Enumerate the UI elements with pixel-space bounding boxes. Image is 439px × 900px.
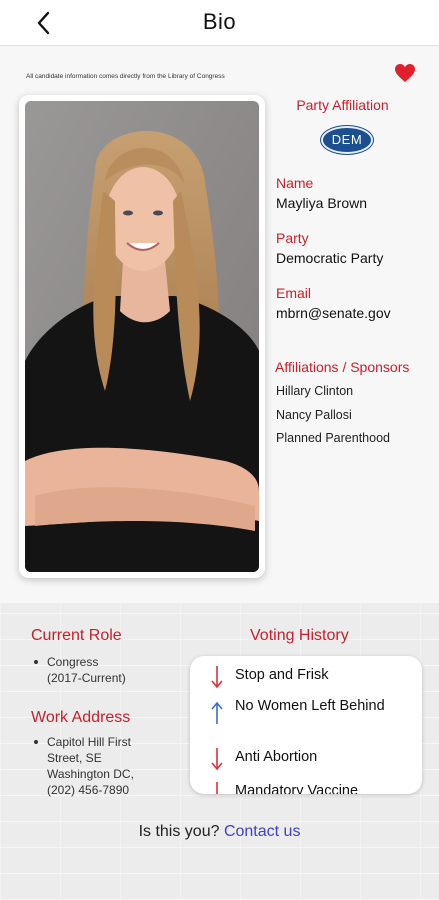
bullet-icon [34, 740, 38, 744]
vote-item[interactable]: Anti Abortion [190, 744, 422, 774]
party-badge: DEM [321, 126, 373, 154]
work-address-title: Work Address [31, 709, 131, 726]
arrow-down-icon [211, 666, 223, 689]
party-label: Party [276, 230, 309, 246]
party-value: Democratic Party [276, 250, 384, 266]
current-role-title: Current Role [31, 627, 122, 644]
email-value[interactable]: mbrn@senate.gov [276, 305, 391, 321]
vote-item[interactable]: Stop and Frisk [190, 662, 422, 692]
contact-us-link[interactable]: Contact us [224, 823, 300, 840]
name-value: Mayliya Brown [276, 195, 368, 211]
party-affiliation-title: Party Affiliation [296, 97, 389, 113]
email-label: Email [276, 285, 312, 301]
affiliation-item: Hillary Clinton [276, 384, 354, 398]
work-address-text: Capitol Hill First Street, SE Washington… [34, 734, 134, 798]
affiliation-item: Nancy Pallosi [276, 407, 352, 422]
claim-profile-footer: Is this you? Contact us [0, 823, 439, 841]
candidate-photo-card [19, 95, 265, 578]
bullet-icon [34, 660, 38, 664]
arrow-down-icon [216, 782, 218, 794]
arrow-down-icon [211, 748, 223, 771]
heart-icon [395, 64, 415, 82]
page-title: Bio [202, 9, 237, 34]
current-role-text: Congress (2017-Current) [34, 654, 126, 686]
app-header: Bio [0, 0, 439, 46]
claim-prompt: Is this you? [138, 823, 220, 840]
data-source-disclaimer: All candidate information comes directly… [26, 73, 225, 80]
voting-history-list[interactable]: Stop and Frisk No Women Left Behind Anti… [190, 656, 422, 794]
arrow-up-icon [211, 701, 223, 724]
affiliations-title: Affiliations / Sponsors [275, 359, 410, 375]
vote-item[interactable]: Mandatory Vaccine [190, 778, 422, 794]
voting-history-title: Voting History [250, 627, 349, 644]
favorite-button[interactable] [394, 63, 416, 83]
affiliation-item: Planned Parenthood [276, 431, 390, 445]
affiliations-list: Hillary Clinton Nancy Pallosi Planned Pa… [276, 384, 390, 455]
candidate-photo [25, 101, 259, 572]
vote-item[interactable]: No Women Left Behind [190, 696, 422, 738]
name-label: Name [276, 175, 314, 191]
